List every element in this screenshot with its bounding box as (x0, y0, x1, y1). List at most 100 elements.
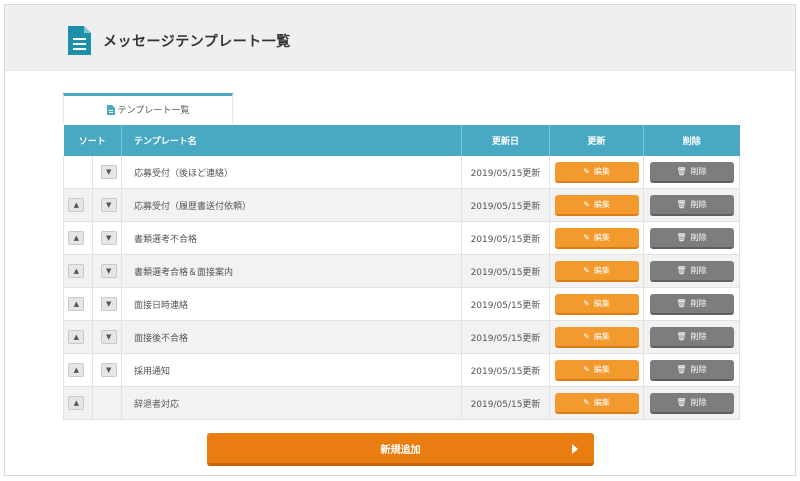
edit-button[interactable]: ✎ 編集 (554, 260, 639, 282)
sort-cell: ▼ (63, 156, 122, 189)
sort-cell: ▲ ▼ (63, 188, 122, 222)
trash-icon: 🗑 (676, 298, 687, 308)
table-row: ▲ ▼ 面接後不合格 2019/05/15更新 ✎ 編集 🗑 削除 (63, 320, 740, 354)
updated-date: 2019/05/15更新 (461, 156, 550, 189)
delete-cell: 🗑 削除 (643, 287, 740, 321)
edit-button[interactable]: ✎ 編集 (554, 194, 639, 216)
delete-label: 削除 (690, 298, 707, 308)
edit-button[interactable]: ✎ 編集 (554, 326, 639, 348)
move-up-button[interactable]: ▲ (68, 264, 85, 278)
delete-button[interactable]: 🗑 削除 (649, 326, 734, 348)
edit-button[interactable]: ✎ 編集 (554, 227, 639, 249)
delete-cell: 🗑 削除 (643, 320, 740, 354)
sort-cell: ▲ ▼ (63, 221, 122, 255)
delete-label: 削除 (690, 397, 707, 407)
delete-label: 削除 (690, 166, 707, 176)
delete-cell: 🗑 削除 (643, 188, 740, 222)
move-up-button[interactable]: ▲ (68, 231, 85, 245)
edit-label: 編集 (593, 166, 610, 176)
trash-icon: 🗑 (676, 397, 687, 407)
column-header-delete: 削除 (643, 125, 740, 156)
template-name: 辞退者対応 (121, 386, 462, 420)
column-header-update: 更新 (549, 125, 644, 156)
pencil-icon: ✎ (583, 298, 590, 308)
updated-date: 2019/05/15更新 (461, 353, 550, 387)
app-frame: メッセージテンプレート一覧 テンプレート一覧 ソート テンプレート名 更新日 更… (4, 4, 796, 476)
updated-date: 2019/05/15更新 (461, 320, 550, 354)
delete-cell: 🗑 削除 (643, 353, 740, 387)
delete-label: 削除 (690, 232, 707, 242)
table-row: ▲ ▼ 面接日時連絡 2019/05/15更新 ✎ 編集 🗑 削除 (63, 287, 740, 321)
new-template-button[interactable]: 新規追加 (207, 433, 594, 466)
delete-label: 削除 (690, 265, 707, 275)
arrow-right-icon (572, 444, 578, 454)
tab-label: テンプレート一覧 (117, 106, 190, 116)
pencil-icon: ✎ (583, 331, 590, 341)
document-icon (68, 26, 91, 55)
move-down-button[interactable]: ▼ (100, 363, 117, 377)
delete-button[interactable]: 🗑 削除 (649, 359, 734, 381)
move-down-button[interactable]: ▼ (100, 198, 117, 212)
table-row: ▲ 辞退者対応 2019/05/15更新 ✎ 編集 🗑 削除 (63, 386, 740, 420)
delete-button[interactable]: 🗑 削除 (649, 194, 734, 216)
edit-button[interactable]: ✎ 編集 (554, 359, 639, 381)
delete-button[interactable]: 🗑 削除 (649, 293, 734, 315)
move-down-button[interactable]: ▼ (100, 330, 117, 344)
pencil-icon: ✎ (583, 166, 590, 176)
move-up-button[interactable]: ▲ (68, 330, 85, 344)
edit-cell: ✎ 編集 (549, 221, 644, 255)
edit-label: 編集 (593, 265, 610, 275)
pencil-icon: ✎ (583, 265, 590, 275)
pencil-icon: ✎ (583, 199, 590, 209)
delete-button[interactable]: 🗑 削除 (649, 227, 734, 249)
delete-button[interactable]: 🗑 削除 (649, 161, 734, 183)
edit-cell: ✎ 編集 (549, 353, 644, 387)
edit-label: 編集 (593, 331, 610, 341)
page-header: メッセージテンプレート一覧 (5, 5, 795, 71)
trash-icon: 🗑 (676, 166, 687, 176)
move-down-button[interactable]: ▼ (100, 297, 117, 311)
template-name: 書類選考不合格 (121, 221, 462, 255)
table-row: ▲ ▼ 採用通知 2019/05/15更新 ✎ 編集 🗑 削除 (63, 353, 740, 387)
edit-button[interactable]: ✎ 編集 (554, 293, 639, 315)
move-up-button[interactable]: ▲ (68, 198, 85, 212)
updated-date: 2019/05/15更新 (461, 287, 550, 321)
edit-cell: ✎ 編集 (549, 320, 644, 354)
pencil-icon: ✎ (583, 232, 590, 242)
table-row: ▲ ▼ 書類選考合格＆面接案内 2019/05/15更新 ✎ 編集 🗑 削除 (63, 254, 740, 288)
move-up-button[interactable]: ▲ (68, 363, 85, 377)
delete-cell: 🗑 削除 (643, 386, 740, 420)
pencil-icon: ✎ (583, 364, 590, 374)
trash-icon: 🗑 (676, 199, 687, 209)
template-name: 採用通知 (121, 353, 462, 387)
edit-cell: ✎ 編集 (549, 156, 644, 189)
updated-date: 2019/05/15更新 (461, 254, 550, 288)
move-down-button[interactable]: ▼ (100, 264, 117, 278)
updated-date: 2019/05/15更新 (461, 188, 550, 222)
delete-button[interactable]: 🗑 削除 (649, 260, 734, 282)
edit-cell: ✎ 編集 (549, 188, 644, 222)
template-name: 書類選考合格＆面接案内 (121, 254, 462, 288)
edit-cell: ✎ 編集 (549, 386, 644, 420)
template-table: ソート テンプレート名 更新日 更新 削除 ▼ 応募受付（後ほど連絡） 2019… (63, 125, 740, 420)
sort-cell: ▲ (63, 386, 122, 420)
template-name: 応募受付（後ほど連絡） (121, 156, 462, 189)
column-header-sort: ソート (63, 125, 122, 156)
edit-label: 編集 (593, 232, 610, 242)
move-up-button[interactable]: ▲ (68, 396, 85, 410)
template-name: 応募受付（履歴書送付依頼） (121, 188, 462, 222)
move-down-button[interactable]: ▼ (100, 231, 117, 245)
move-up-button[interactable]: ▲ (68, 297, 85, 311)
tab-template-list[interactable]: テンプレート一覧 (63, 93, 233, 123)
sort-cell: ▲ ▼ (63, 353, 122, 387)
template-name: 面接後不合格 (121, 320, 462, 354)
delete-button[interactable]: 🗑 削除 (649, 392, 734, 414)
edit-button[interactable]: ✎ 編集 (554, 161, 639, 183)
sort-cell: ▲ ▼ (63, 320, 122, 354)
edit-label: 編集 (593, 199, 610, 209)
edit-button[interactable]: ✎ 編集 (554, 392, 639, 414)
trash-icon: 🗑 (676, 364, 687, 374)
edit-cell: ✎ 編集 (549, 254, 644, 288)
move-down-button[interactable]: ▼ (100, 165, 117, 179)
pencil-icon: ✎ (583, 397, 590, 407)
